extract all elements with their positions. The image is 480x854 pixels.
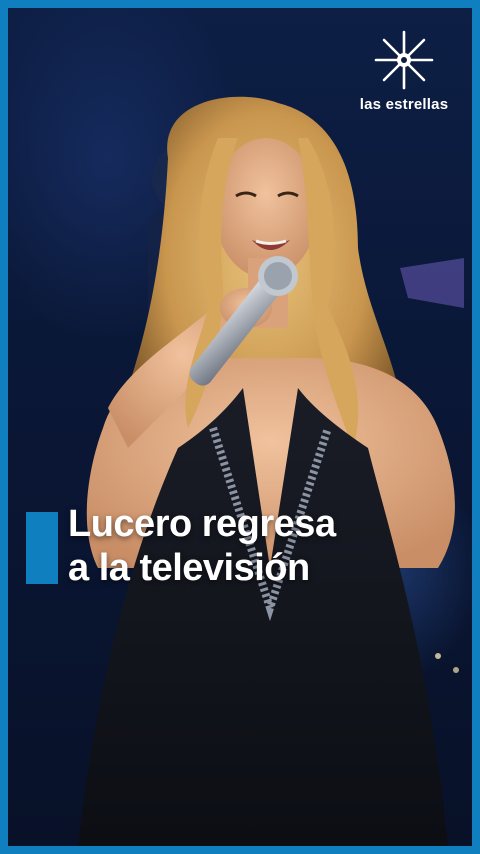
- headline-line-2: a la televisión: [68, 547, 310, 589]
- brand-logo: las estrellas: [354, 28, 454, 113]
- singer-photo: [78, 96, 464, 846]
- headline-block: Lucero regresa a la televisión: [26, 502, 336, 590]
- star-burst-icon: [374, 30, 434, 90]
- headline-accent-bar: [26, 512, 58, 584]
- headline-line-1: Lucero regresa: [68, 503, 336, 545]
- brand-name: las estrellas: [359, 96, 449, 113]
- headline-text: Lucero regresa a la televisión: [68, 502, 336, 590]
- video-frame: las estrellas Lucero regresa a la televi…: [0, 0, 480, 854]
